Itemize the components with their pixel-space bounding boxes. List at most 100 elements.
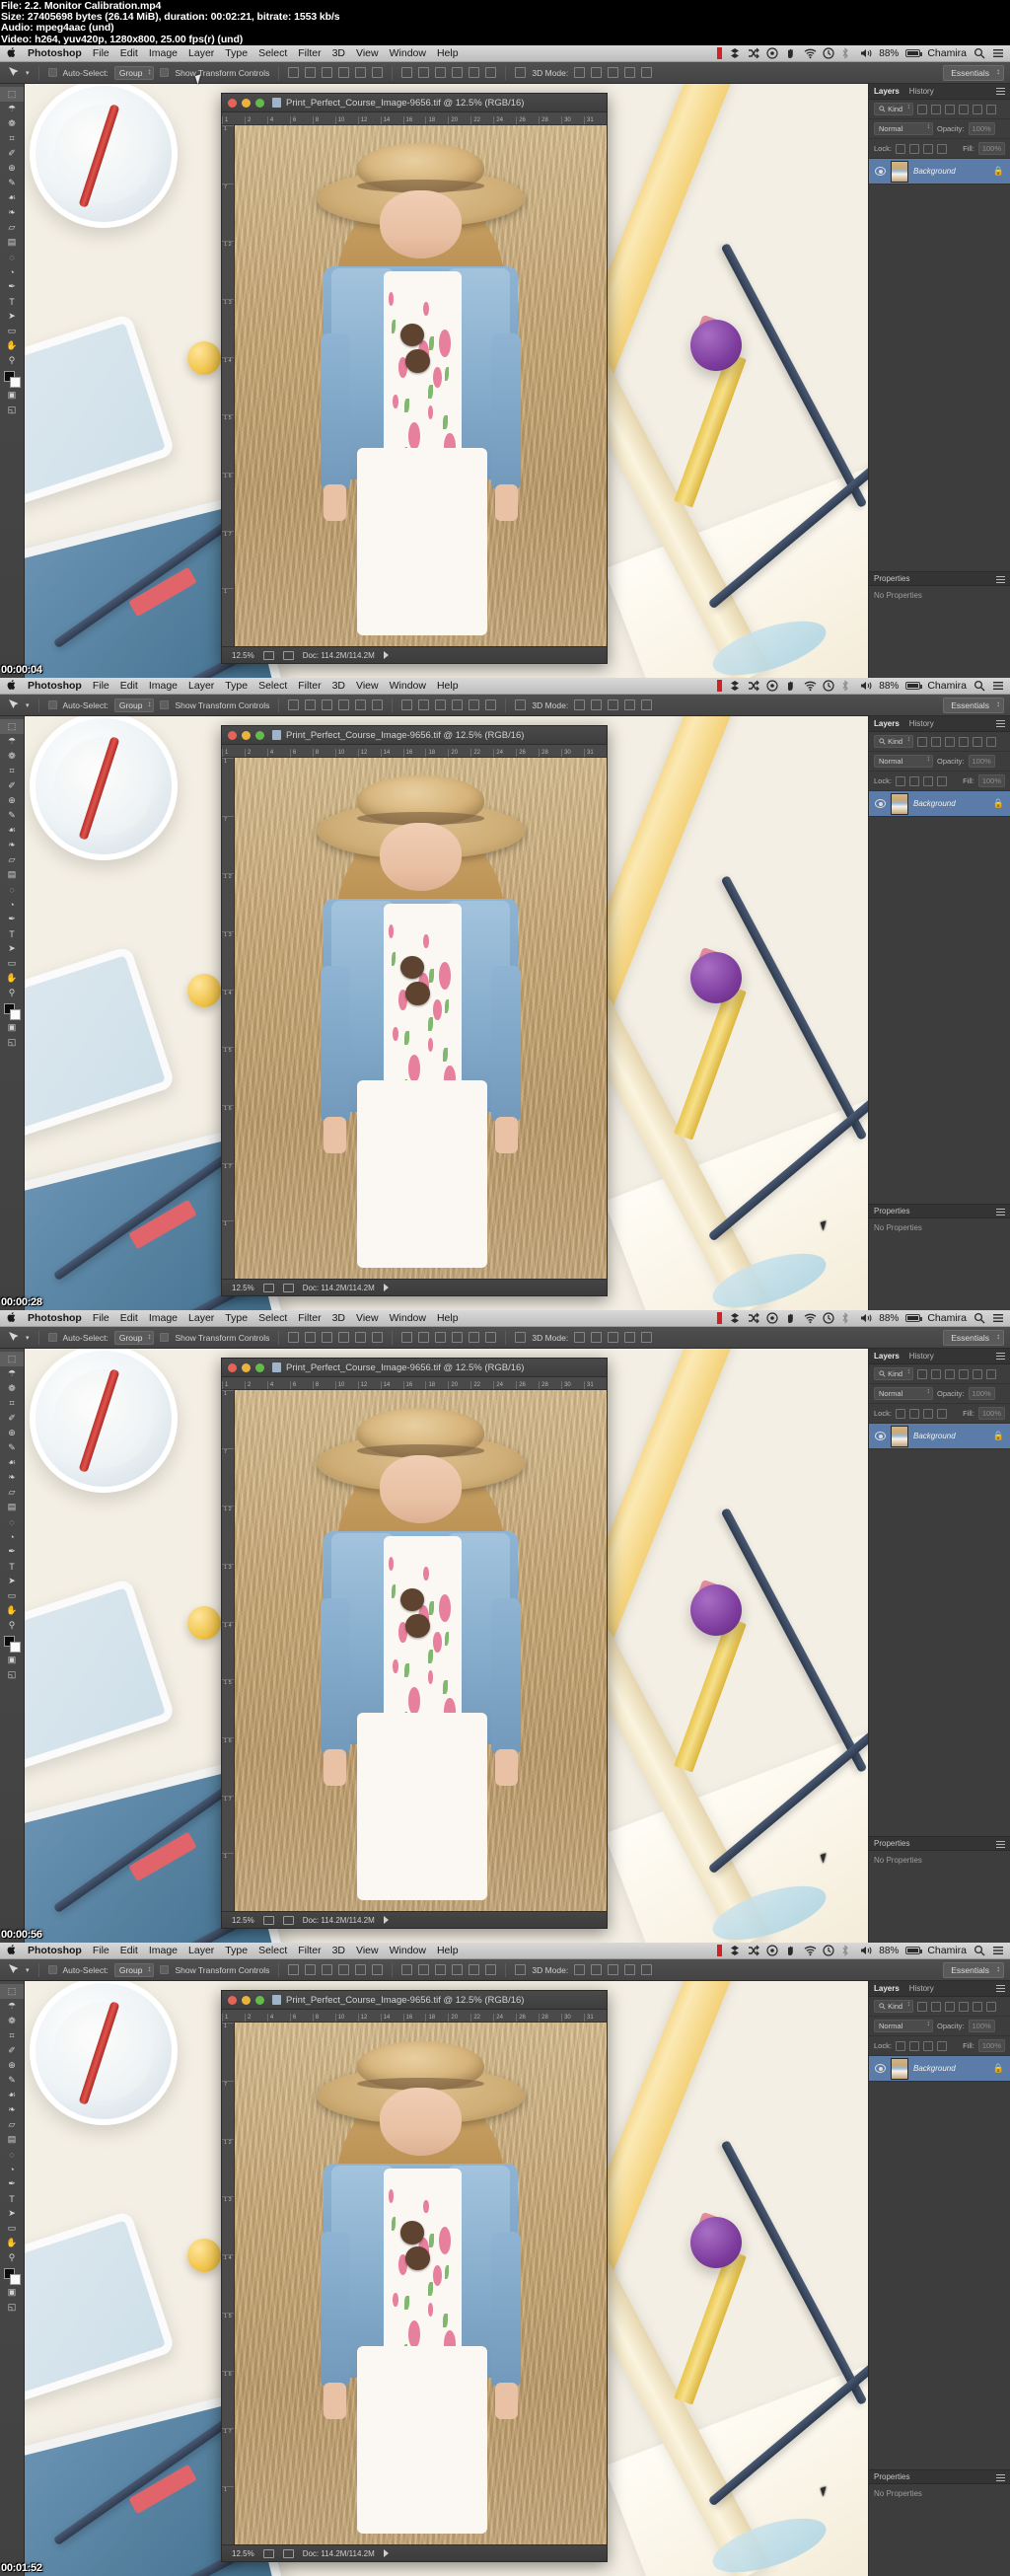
at-status-icon[interactable] — [766, 1312, 778, 1324]
layer-thumbnail[interactable] — [891, 160, 908, 183]
tool-clone-stamp-tool[interactable]: ☙ — [0, 2088, 24, 2102]
move-tool-icon[interactable] — [8, 699, 20, 712]
tool-crop-tool[interactable]: ⌗ — [0, 764, 24, 778]
show-transform-controls-checkbox[interactable] — [160, 68, 170, 77]
lock-position-icon[interactable] — [922, 775, 933, 786]
tool-rectangle-tool[interactable]: ▭ — [0, 324, 24, 338]
wifi-status-icon[interactable] — [804, 1312, 817, 1324]
distribute-horizontal-centers-icon[interactable] — [469, 1964, 480, 1975]
menu-item-filter[interactable]: Filter — [298, 47, 321, 59]
show-transform-controls-checkbox[interactable] — [160, 1333, 170, 1342]
tool-zoom-tool[interactable]: ⚲ — [0, 353, 24, 368]
roll-3d-icon-icon[interactable] — [591, 1332, 603, 1343]
shuffle-status-icon[interactable] — [748, 1312, 760, 1324]
color-swatches[interactable] — [3, 2268, 21, 2285]
distribute-right-edges-icon[interactable] — [485, 1332, 497, 1343]
background-color-swatch[interactable] — [9, 377, 21, 388]
screen-mode-icon[interactable] — [262, 2548, 274, 2558]
status-menu-arrow[interactable] — [383, 651, 389, 659]
tab-history[interactable]: History — [909, 1352, 934, 1361]
lock-all-icon[interactable] — [936, 143, 947, 154]
menu-item-help[interactable]: Help — [437, 680, 459, 692]
menu-item-help[interactable]: Help — [437, 1945, 459, 1956]
vertical-ruler[interactable]: 171 21 31 41 51 61 71 — [222, 2023, 235, 2544]
tool-history-brush-tool[interactable]: ❧ — [0, 1470, 24, 1485]
tool-crop-tool[interactable]: ⌗ — [0, 1396, 24, 1411]
dropbox-status-icon[interactable] — [729, 1312, 741, 1324]
document-title-bar[interactable]: Print_Perfect_Course_Image-9656.tif @ 12… — [222, 94, 607, 112]
blend-mode-dropdown[interactable]: Normal — [874, 2020, 933, 2032]
layer-list-item[interactable]: Background 🔒 — [869, 2056, 1010, 2082]
document-canvas[interactable] — [235, 758, 607, 1279]
volume-status-icon[interactable] — [860, 1945, 872, 1956]
at-status-icon[interactable] — [766, 1945, 778, 1956]
screen-mode-toggle-icon[interactable]: ◱ — [0, 1667, 24, 1682]
align-bottom-edges-icon[interactable] — [372, 1332, 384, 1343]
rotate-3d-icon-icon[interactable] — [574, 1964, 586, 1975]
menu-item-select[interactable]: Select — [258, 47, 287, 59]
notification-center-icon[interactable] — [992, 1945, 1004, 1956]
screen-mode-icon[interactable] — [262, 1283, 274, 1292]
adjustment-layers-filter-icon[interactable] — [931, 1368, 942, 1379]
shape-layers-filter-icon[interactable] — [959, 104, 970, 114]
slide-3d-icon-icon[interactable] — [624, 1964, 636, 1975]
menu-item-help[interactable]: Help — [437, 1312, 459, 1324]
time-machine-status-icon[interactable] — [823, 47, 834, 59]
smart-object-filter-icon[interactable] — [973, 1368, 983, 1379]
align-bottom-edges-icon[interactable] — [372, 1964, 384, 1975]
layer-list-item[interactable]: Background 🔒 — [869, 791, 1010, 817]
time-machine-status-icon[interactable] — [823, 1945, 834, 1956]
scale-3d-icon-icon[interactable] — [641, 1964, 653, 1975]
apple-logo-icon[interactable] — [7, 1944, 17, 1958]
tool-eraser-tool[interactable]: ▱ — [0, 2117, 24, 2132]
lock-all-icon[interactable] — [936, 2040, 947, 2051]
menu-item-select[interactable]: Select — [258, 1312, 287, 1324]
menu-item-select[interactable]: Select — [258, 1945, 287, 1956]
auto-select-dropdown[interactable]: Group — [113, 1962, 155, 1977]
menu-item-layer[interactable]: Layer — [188, 1945, 214, 1956]
screen-mode-toggle-icon[interactable]: ◱ — [0, 2300, 24, 2315]
tool-clone-stamp-tool[interactable]: ☙ — [0, 190, 24, 205]
align-top-edges-icon[interactable] — [338, 1964, 350, 1975]
apple-logo-icon[interactable] — [7, 1311, 17, 1326]
align-left-edges-icon[interactable] — [288, 1964, 300, 1975]
document-canvas[interactable] — [235, 125, 607, 646]
distribute-bottom-edges-icon[interactable] — [435, 1332, 447, 1343]
notification-center-icon[interactable] — [992, 1312, 1004, 1324]
background-color-swatch[interactable] — [9, 1009, 21, 1020]
tool-eyedropper-tool[interactable]: ✐ — [0, 146, 24, 161]
lock-image-pixels-icon[interactable] — [908, 143, 919, 154]
volume-status-icon[interactable] — [860, 680, 872, 692]
lock-image-pixels-icon[interactable] — [908, 1408, 919, 1419]
status-menu-arrow[interactable] — [383, 1916, 389, 1924]
quick-mask-icon[interactable]: ▣ — [0, 1653, 24, 1667]
tool-path-selection-tool[interactable]: ➤ — [0, 1574, 24, 1588]
layer-lock-icon[interactable]: 🔒 — [993, 2063, 1004, 2074]
pixel-layers-filter-icon[interactable] — [917, 1368, 928, 1379]
tool-zoom-tool[interactable]: ⚲ — [0, 2250, 24, 2265]
tool-crop-tool[interactable]: ⌗ — [0, 131, 24, 146]
align-bottom-edges-icon[interactable] — [372, 67, 384, 78]
opacity-value[interactable]: 100% — [968, 755, 995, 768]
layer-name-label[interactable]: Background — [913, 2064, 956, 2073]
menu-bar-username[interactable]: Chamira — [927, 47, 967, 59]
distribute-horizontal-centers-icon[interactable] — [469, 67, 480, 78]
tool-pen-tool[interactable]: ✒ — [0, 912, 24, 926]
align-top-edges-icon[interactable] — [338, 699, 350, 710]
lock-transparent-pixels-icon[interactable] — [895, 143, 905, 154]
volume-status-icon[interactable] — [860, 47, 872, 59]
tool-hand-tool[interactable]: ✋ — [0, 971, 24, 986]
smart-object-filter-icon[interactable] — [973, 2001, 983, 2012]
tool-marquee-tool[interactable]: ⬚ — [0, 1352, 24, 1366]
menu-item-type[interactable]: Type — [225, 1312, 248, 1324]
hand-status-icon[interactable] — [785, 1945, 797, 1956]
layer-name-label[interactable]: Background — [913, 167, 956, 176]
fill-value[interactable]: 100% — [977, 774, 1005, 787]
document-title-bar[interactable]: Print_Perfect_Course_Image-9656.tif @ 12… — [222, 1991, 607, 2010]
menu-item-filter[interactable]: Filter — [298, 680, 321, 692]
align-horizontal-centers-icon[interactable] — [305, 1964, 317, 1975]
workspace-switcher[interactable]: Essentials — [943, 1329, 1004, 1346]
tool-marquee-tool[interactable]: ⬚ — [0, 87, 24, 102]
lock-image-pixels-icon[interactable] — [908, 2040, 919, 2051]
tab-history[interactable]: History — [909, 1984, 934, 1993]
